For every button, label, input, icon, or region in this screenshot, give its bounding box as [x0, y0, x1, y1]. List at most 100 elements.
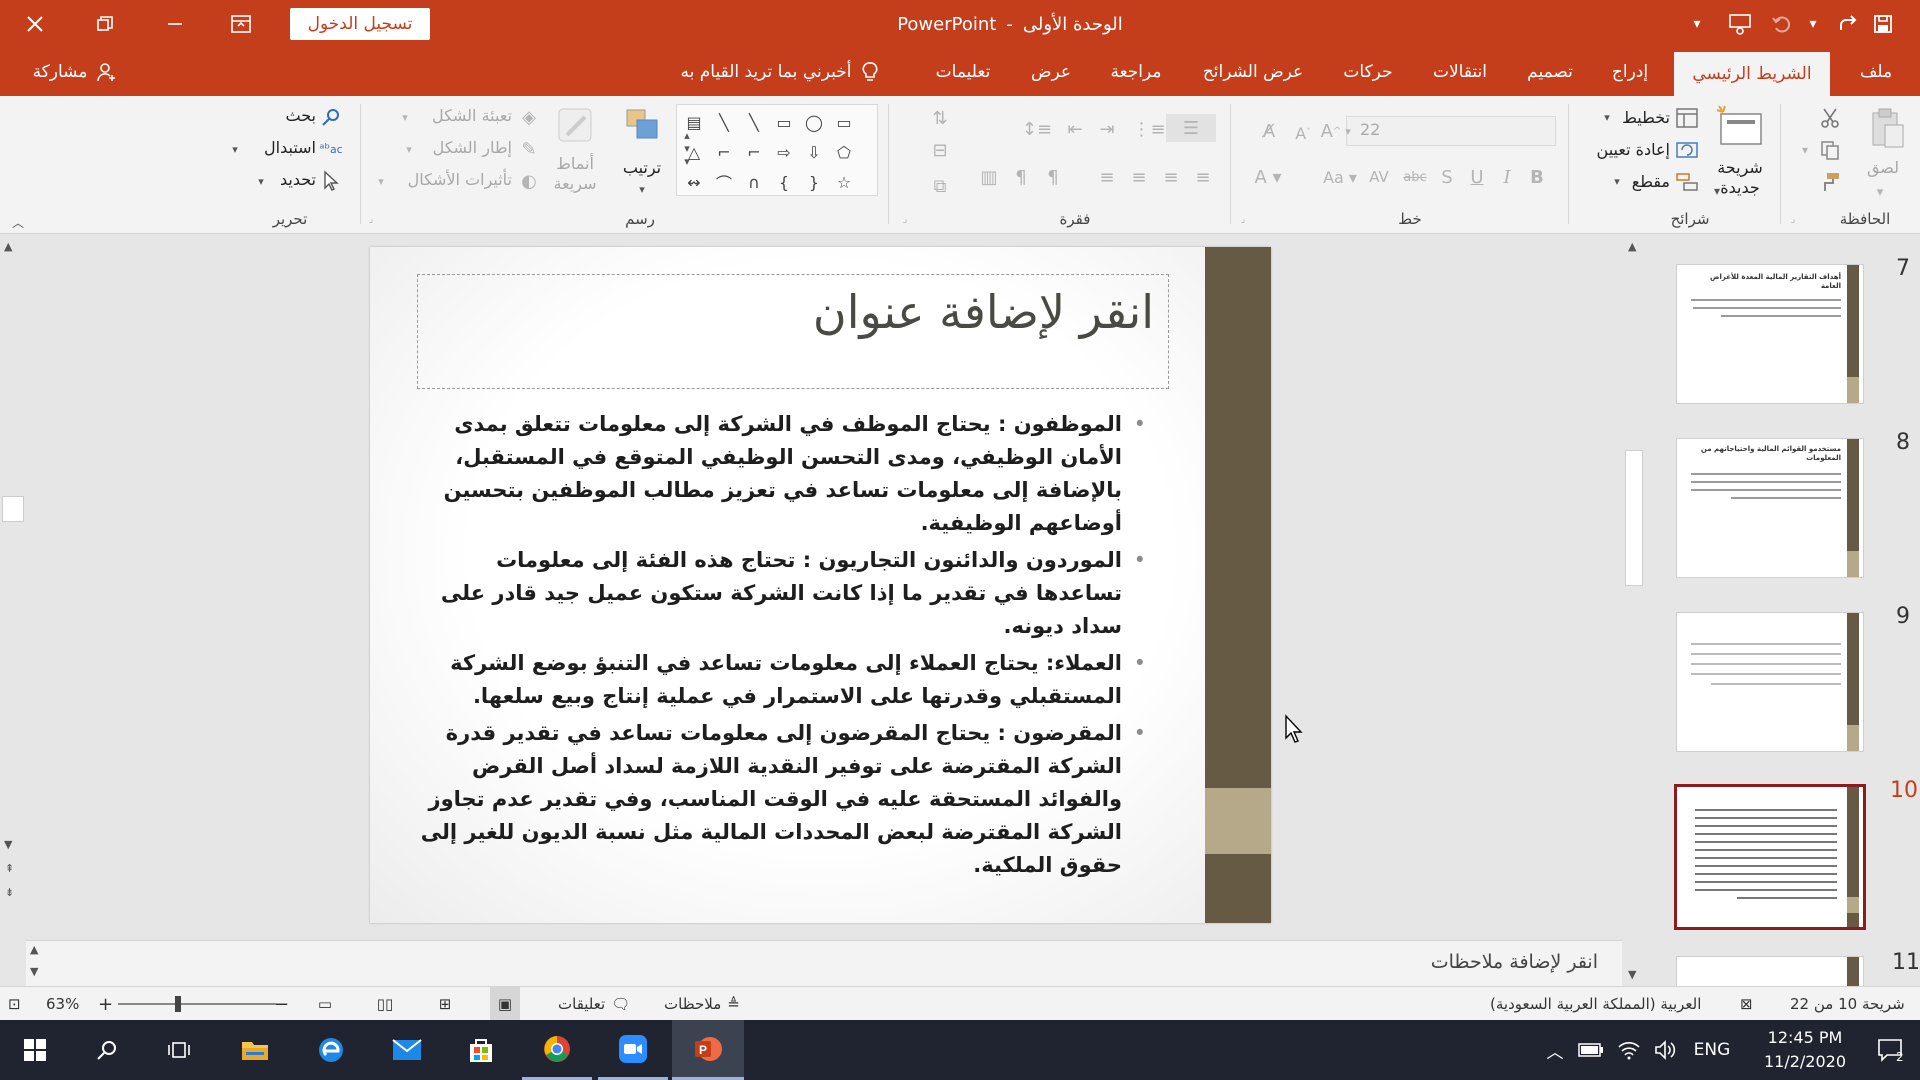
shape-effects-icon[interactable]: ◐: [516, 168, 542, 194]
input-language[interactable]: ENG: [1692, 1020, 1732, 1080]
notes-pane[interactable]: ▲ ▼ انقر لإضافة ملاحظات: [26, 940, 1622, 986]
align-center-icon[interactable]: ≡: [1126, 162, 1152, 192]
right-arrow-shape-icon[interactable]: ⇨: [771, 139, 797, 165]
notes-scroll-up-icon[interactable]: ▲: [30, 943, 38, 956]
tab-file[interactable]: ملف: [1846, 48, 1906, 96]
brace-shape-icon[interactable]: }: [801, 169, 827, 195]
select-icon[interactable]: [318, 168, 344, 194]
collapse-ribbon-icon[interactable]: ︿: [8, 214, 28, 230]
notes-button[interactable]: ملاحظات ≜: [664, 987, 740, 1021]
brace-shape-icon[interactable]: {: [771, 169, 797, 195]
cut-icon[interactable]: [1816, 104, 1844, 132]
rectangle-shape-icon[interactable]: ▭: [831, 109, 857, 135]
save-icon[interactable]: [1858, 0, 1908, 48]
tab-view[interactable]: عرض: [1020, 48, 1082, 96]
tab-design[interactable]: تصميم: [1518, 48, 1582, 96]
customize-qat-icon[interactable]: ▾: [1682, 0, 1712, 48]
powerpoint-taskbar-icon[interactable]: P: [672, 1020, 744, 1080]
arrange-dropdown-icon[interactable]: ▾: [632, 180, 652, 198]
align-left-icon[interactable]: ≡: [1094, 162, 1120, 192]
undo-icon[interactable]: [1762, 0, 1802, 48]
increase-indent-icon[interactable]: ⇥: [1094, 116, 1120, 142]
scroll-down-icon[interactable]: ▼: [4, 838, 12, 851]
align-justify-icon[interactable]: ≡: [1190, 162, 1216, 192]
replace-icon[interactable]: ᵃᵇ ac: [318, 136, 344, 162]
slide-thumbnail[interactable]: [1676, 612, 1864, 752]
reading-view-icon[interactable]: ▯▯: [372, 987, 398, 1021]
scroll-up-icon[interactable]: ▲: [1628, 240, 1636, 253]
ribbon-display-icon[interactable]: [216, 0, 266, 48]
slide-title-placeholder[interactable]: انقر لإضافة عنوان: [417, 274, 1169, 389]
smartart-icon[interactable]: ⧉: [920, 172, 960, 200]
shadow-icon[interactable]: S: [1434, 162, 1460, 192]
slide-sorter-icon[interactable]: ⊞: [432, 987, 458, 1021]
spelling-icon[interactable]: ⊠: [1740, 987, 1753, 1021]
grow-font-icon[interactable]: A ^: [1318, 116, 1344, 146]
comments-button[interactable]: تعليقات 🗨: [558, 987, 630, 1021]
clipboard-launcher-icon[interactable]: ⌟: [1786, 212, 1800, 226]
shape-outline-dropdown-icon[interactable]: ▾: [402, 140, 416, 158]
format-painter-icon[interactable]: [1816, 168, 1844, 196]
slide-thumbnail[interactable]: مستخدمو القوائم المالية واحتياجاتهم من ا…: [1676, 438, 1864, 578]
zoom-out-icon[interactable]: −: [274, 987, 289, 1021]
mail-icon[interactable]: [372, 1020, 442, 1080]
layout-dropdown-icon[interactable]: ▾: [1600, 108, 1614, 126]
close-icon[interactable]: [10, 0, 60, 48]
copy-dropdown-icon[interactable]: ▾: [1796, 140, 1814, 160]
line-spacing-icon[interactable]: ⋮≡: [1132, 116, 1165, 142]
text-direction-box[interactable]: ☰: [1166, 114, 1216, 142]
left-scroll-thumb[interactable]: [2, 496, 24, 522]
ltr-direction-icon[interactable]: ¶: [1008, 162, 1034, 192]
normal-view-icon[interactable]: ▣: [490, 987, 520, 1021]
star-shape-icon[interactable]: ☆: [831, 169, 857, 195]
redo-dropdown-icon[interactable]: ▾: [1800, 0, 1826, 48]
shape-fill-button[interactable]: تعبئة الشكل: [412, 106, 512, 125]
file-explorer-icon[interactable]: [220, 1020, 290, 1080]
slide-thumbnail-active[interactable]: [1674, 784, 1866, 930]
rtl-direction-icon[interactable]: ¶: [1040, 162, 1066, 192]
slideshow-view-icon[interactable]: ▭: [312, 987, 338, 1021]
edge-browser-icon[interactable]: [296, 1020, 366, 1080]
tab-home[interactable]: الشريط الرئيسي: [1674, 52, 1830, 96]
tab-animations[interactable]: حركات: [1336, 48, 1400, 96]
fit-to-window-icon[interactable]: ⊡: [8, 987, 28, 1021]
editor-scroll-thumb[interactable]: [1625, 450, 1643, 586]
store-icon[interactable]: [446, 1020, 516, 1080]
tab-slideshow[interactable]: عرض الشرائح: [1190, 48, 1316, 96]
font-color-icon[interactable]: A ▾: [1248, 162, 1288, 192]
share-button[interactable]: مشاركة: [10, 48, 140, 96]
editor-scrollbar[interactable]: ▲ ▼: [1622, 234, 1646, 986]
tab-transitions[interactable]: انتقالات: [1418, 48, 1502, 96]
character-spacing-icon[interactable]: AV: [1362, 162, 1396, 192]
search-icon[interactable]: [72, 1020, 142, 1080]
windows-start-icon[interactable]: [0, 1020, 70, 1080]
paste-icon[interactable]: [1862, 106, 1912, 152]
wifi-icon[interactable]: [1614, 1020, 1644, 1080]
underline-icon[interactable]: U: [1464, 162, 1490, 192]
section-dropdown-icon[interactable]: ▾: [1610, 172, 1624, 190]
shape-outline-button[interactable]: إطار الشكل: [412, 138, 512, 157]
shapes-gallery[interactable]: ▤ ╲ ╲ ▭ ◯ ▭ △ ⌐ ⌐ ⇨ ⇩ ⬠ ↭ ⌒ ∩ { } ☆: [676, 104, 878, 196]
text-direction-icon[interactable]: ⇅: [920, 104, 960, 132]
find-icon[interactable]: [318, 104, 344, 130]
replace-button[interactable]: استبدال: [236, 138, 316, 157]
scroll-up-icon[interactable]: ▲: [4, 240, 12, 253]
pentagon-shape-icon[interactable]: ⬠: [831, 139, 857, 165]
previous-slide-icon[interactable]: ⇞: [5, 862, 14, 875]
quick-styles-button[interactable]: أنماط سريعة: [540, 154, 610, 194]
new-slide-icon[interactable]: [1710, 102, 1772, 152]
tell-me-search[interactable]: أخبرني بما تريد القيام به: [660, 48, 900, 96]
arrange-icon[interactable]: [618, 104, 668, 148]
find-button[interactable]: بحث: [250, 106, 317, 125]
paragraph-launcher-icon[interactable]: ⌟: [898, 212, 912, 226]
minimize-icon[interactable]: [150, 0, 200, 48]
connector-shape-icon[interactable]: ⌐: [741, 139, 767, 165]
shrink-font-icon[interactable]: Aˇ: [1290, 118, 1316, 148]
slide-body-textbox[interactable]: الموظفون : يحتاج الموظف في الشركة إلى مع…: [420, 408, 1146, 886]
clear-formatting-icon[interactable]: A̸: [1254, 116, 1284, 146]
shape-effects-dropdown-icon[interactable]: ▾: [374, 172, 388, 190]
italic-icon[interactable]: I: [1494, 162, 1520, 192]
align-text-icon[interactable]: ⊟: [920, 136, 960, 164]
notifications-icon[interactable]: 2: [1866, 1020, 1914, 1080]
taskbar-clock[interactable]: 12:45 PM 11/2/2020: [1750, 1026, 1860, 1074]
